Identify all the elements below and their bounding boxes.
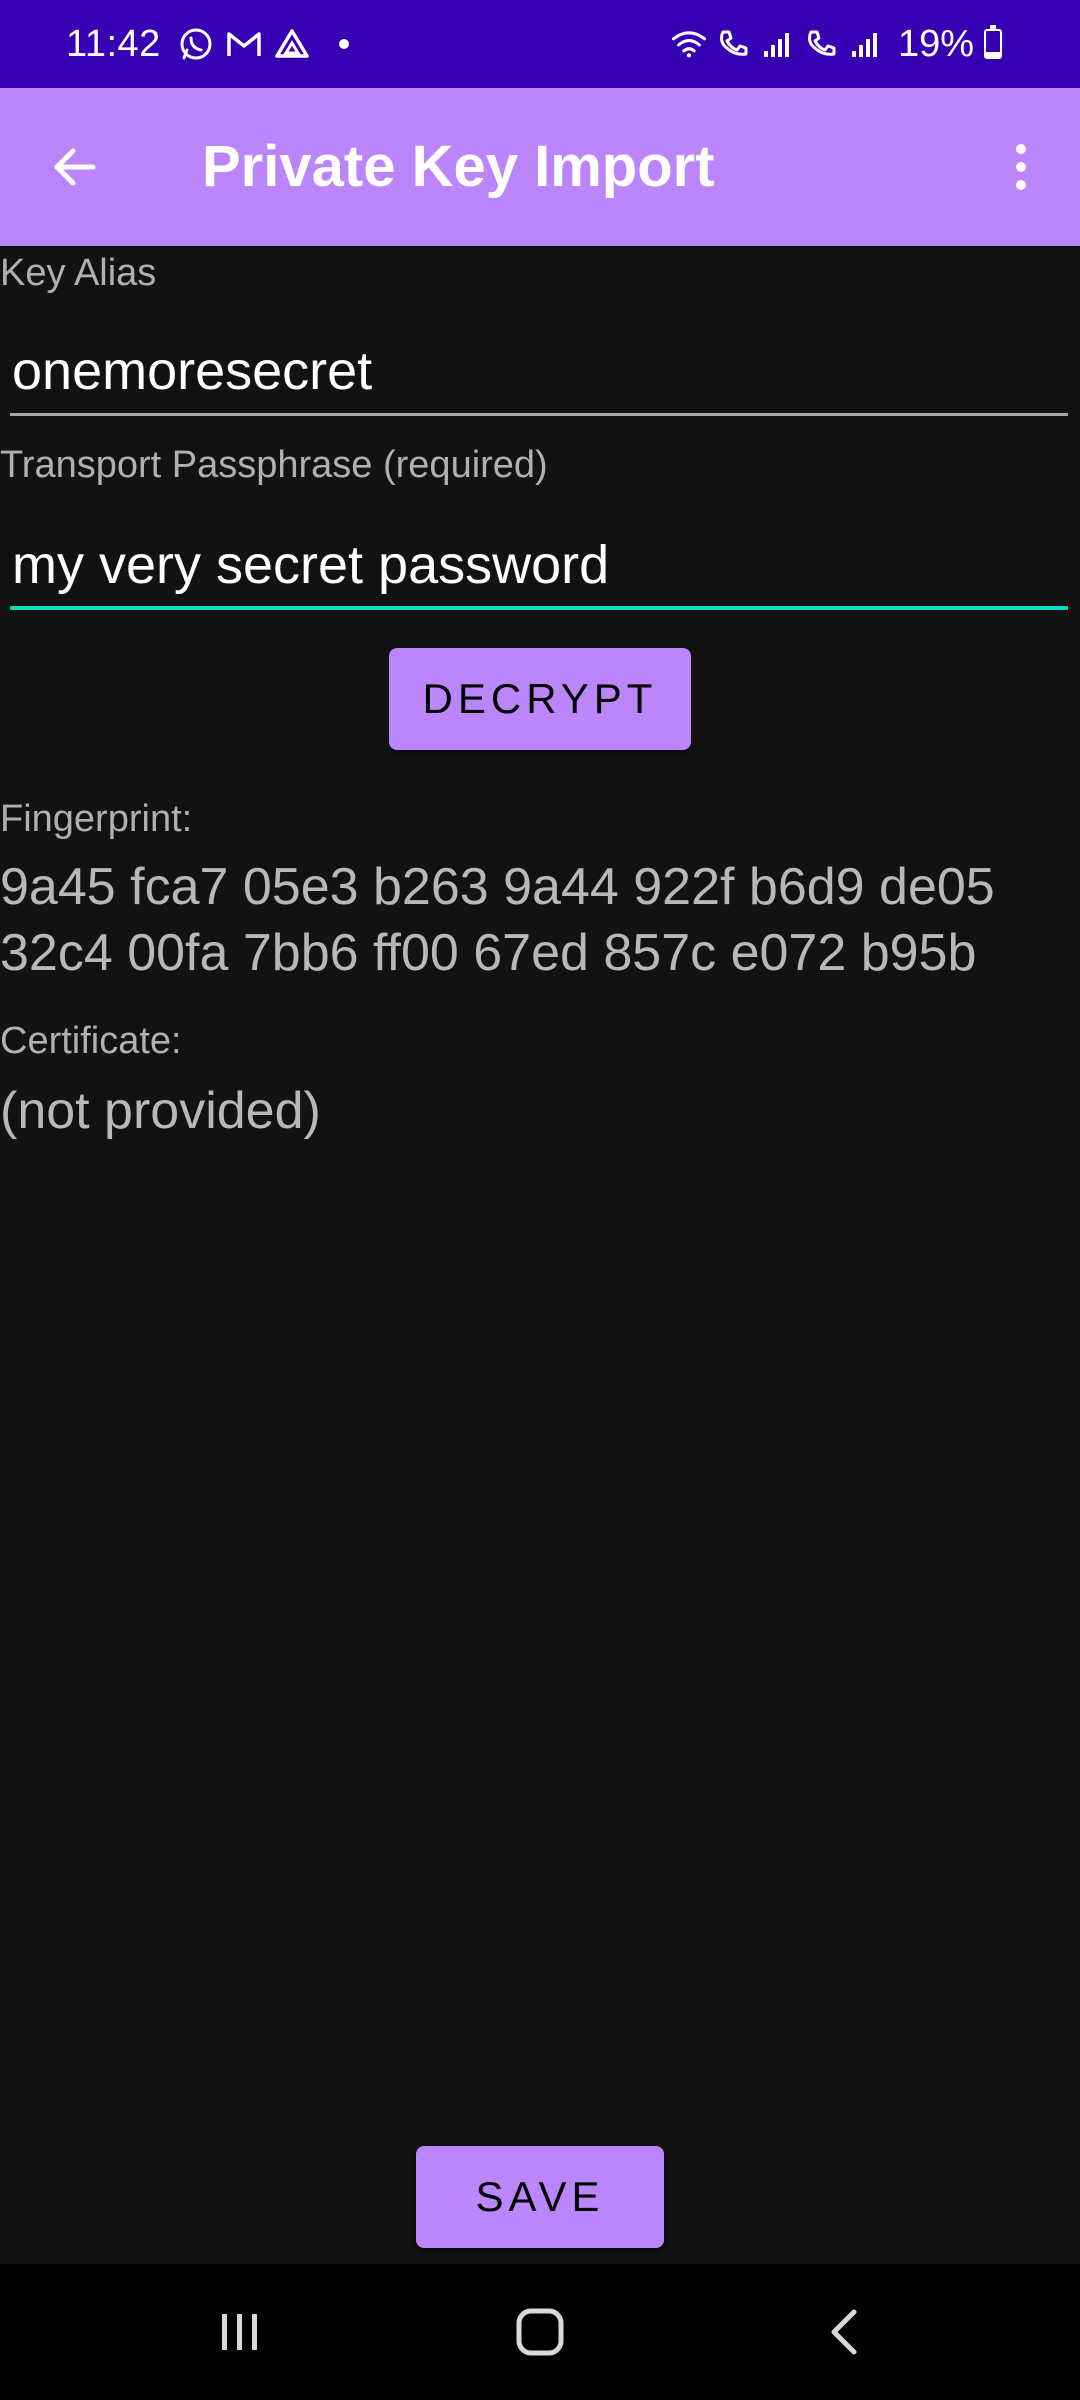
- back-button[interactable]: [30, 122, 120, 212]
- more-notifications-dot: [338, 39, 349, 49]
- key-alias-label: Key Alias: [0, 252, 157, 294]
- home-icon: [516, 2308, 564, 2356]
- home-button[interactable]: [480, 2282, 600, 2382]
- passphrase-focus-underline: [10, 606, 1068, 610]
- status-right: 19%: [670, 0, 1002, 88]
- volte-call-icon-2: [802, 25, 840, 63]
- passphrase-input[interactable]: [10, 520, 1068, 610]
- status-bar: 11:42 19%: [0, 0, 1080, 88]
- volte-call-icon-1: [714, 25, 752, 63]
- system-navigation-bar: [0, 2264, 1080, 2400]
- battery-percent: 19%: [897, 22, 974, 65]
- signal-icon-1: [758, 25, 796, 63]
- certificate-value: (not provided): [0, 1082, 321, 1140]
- arrow-back-icon: [54, 148, 96, 186]
- status-time: 11:42: [66, 22, 161, 65]
- system-back-button[interactable]: [784, 2282, 904, 2382]
- wifi-icon: [670, 25, 708, 63]
- recents-icon: [222, 2314, 257, 2350]
- page-title: Private Key Import: [202, 134, 715, 199]
- battery-icon: [984, 25, 1002, 59]
- more-vert-icon: [1016, 144, 1026, 190]
- drive-icon: [273, 25, 311, 63]
- gmail-icon: [225, 25, 263, 63]
- app-bar: Private Key Import: [0, 88, 1080, 246]
- signal-icon-2: [846, 25, 884, 63]
- passphrase-label: Transport Passphrase (required): [0, 444, 548, 486]
- fingerprint-line-1: 9a45 fca7 05e3 b263 9a44 922f b6d9 de05: [0, 858, 995, 916]
- chevron-left-icon: [831, 2309, 857, 2355]
- fingerprint-label: Fingerprint:: [0, 798, 193, 840]
- whatsapp-icon: [177, 25, 215, 63]
- key-alias-input[interactable]: [10, 326, 1068, 416]
- battery-level: [986, 52, 1000, 57]
- decrypt-button[interactable]: DECRYPT: [389, 648, 691, 750]
- save-button[interactable]: SAVE: [416, 2146, 664, 2248]
- fingerprint-line-2: 32c4 00fa 7bb6 ff00 67ed 857c e072 b95b: [0, 924, 977, 982]
- key-alias-underline: [10, 413, 1068, 416]
- recent-apps-button[interactable]: [180, 2282, 300, 2382]
- status-left: 11:42: [66, 0, 349, 88]
- overflow-menu-button[interactable]: [976, 122, 1066, 212]
- certificate-label: Certificate:: [0, 1020, 182, 1062]
